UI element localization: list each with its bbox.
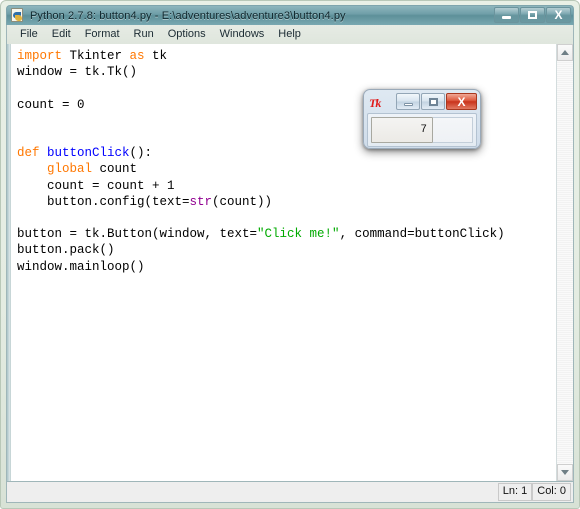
window-title: Python 2.7.8: button4.py - E:\adventures… bbox=[30, 9, 346, 22]
menu-item-edit[interactable]: Edit bbox=[45, 27, 78, 42]
tk-maximize-button[interactable] bbox=[421, 93, 445, 110]
scroll-down-button[interactable] bbox=[557, 464, 573, 481]
minimize-icon bbox=[502, 15, 511, 19]
source-code: import Tkinter as tk window = tk.Tk() co… bbox=[17, 49, 505, 274]
tk-counter-button[interactable]: 7 bbox=[371, 117, 433, 143]
tk-logo-icon: Tk bbox=[369, 95, 381, 110]
scroll-down-icon bbox=[561, 470, 569, 475]
menu-item-file[interactable]: File bbox=[13, 27, 45, 42]
title-bar[interactable]: Python 2.7.8: button4.py - E:\adventures… bbox=[6, 5, 574, 25]
tk-window-controls: X bbox=[395, 93, 477, 111]
status-bar: Ln: 1 Col: 0 bbox=[6, 482, 574, 503]
close-icon: X bbox=[554, 8, 563, 22]
menu-item-options[interactable]: Options bbox=[161, 27, 213, 42]
scroll-up-icon bbox=[561, 50, 569, 55]
menu-item-windows[interactable]: Windows bbox=[213, 27, 272, 42]
status-line-indicator: Ln: 1 bbox=[497, 483, 533, 501]
close-button[interactable]: X bbox=[546, 7, 571, 23]
minimize-icon bbox=[403, 102, 413, 106]
tk-title-bar[interactable]: Tk X bbox=[367, 93, 477, 112]
minimize-button[interactable] bbox=[494, 7, 519, 23]
maximize-icon bbox=[528, 11, 537, 19]
close-icon: X bbox=[457, 94, 466, 109]
vertical-scrollbar[interactable] bbox=[556, 44, 573, 481]
tk-popup-window[interactable]: Tk X 7 bbox=[363, 89, 481, 149]
tk-window-body: 7 bbox=[367, 113, 477, 147]
status-column-indicator: Col: 0 bbox=[532, 483, 571, 501]
python-file-icon bbox=[10, 8, 25, 23]
menu-item-help[interactable]: Help bbox=[271, 27, 308, 42]
maximize-button[interactable] bbox=[520, 7, 545, 23]
scroll-up-button[interactable] bbox=[557, 44, 573, 61]
menu-item-format[interactable]: Format bbox=[78, 27, 127, 42]
tk-minimize-button[interactable] bbox=[396, 93, 420, 110]
tk-window-filler bbox=[433, 117, 473, 143]
scrollbar-track[interactable] bbox=[557, 61, 573, 464]
menu-bar: File Edit Format Run Options Windows Hel… bbox=[6, 25, 574, 44]
maximize-icon bbox=[428, 97, 438, 106]
editor-area: import Tkinter as tk window = tk.Tk() co… bbox=[6, 44, 574, 482]
idle-main-window: Python 2.7.8: button4.py - E:\adventures… bbox=[0, 0, 580, 509]
tk-close-button[interactable]: X bbox=[446, 93, 477, 110]
window-controls: X bbox=[494, 7, 571, 23]
menu-item-run[interactable]: Run bbox=[127, 27, 161, 42]
